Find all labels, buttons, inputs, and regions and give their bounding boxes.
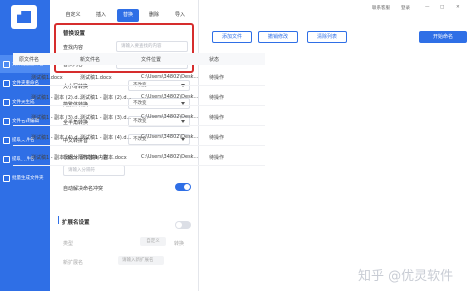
- auto-conflict-toggle[interactable]: [175, 183, 191, 191]
- folder-icon: [20, 93, 27, 100]
- find-input[interactable]: 请输入要查找的内容: [116, 41, 188, 52]
- edit-icon: [3, 117, 10, 125]
- watermark: 知乎 @优灵软件: [358, 269, 454, 284]
- clear-list-button[interactable]: 清除列表: [307, 31, 347, 43]
- folder-icon: [20, 133, 27, 140]
- extract-icon: [3, 155, 10, 163]
- minimize-icon[interactable]: —: [425, 5, 430, 10]
- table-row[interactable]: 测试稿1.docx 测试稿1.docx C:\Users\34802\Desk.…: [13, 67, 265, 86]
- tab-bar: 自定义 插入 替换 删除 导入: [50, 9, 198, 23]
- col-orig-name: 原文件名: [19, 57, 40, 63]
- tab-custom[interactable]: 自定义: [60, 9, 86, 22]
- app-logo: [11, 5, 37, 29]
- table-row[interactable]: 测试稿1 - 副本 (4).d... 测试稿1 - 副本 (4).d... C:…: [13, 127, 265, 146]
- folder-icon: [3, 98, 10, 106]
- ext-type-convert[interactable]: 转换: [174, 240, 184, 247]
- table-row[interactable]: 测试稿1 - 副本.docx 测试稿1 - 副本.docx C:\Users\3…: [13, 147, 265, 166]
- folder-icon: [3, 79, 10, 87]
- col-location: 文件位置: [141, 57, 162, 63]
- col-new-name: 新文件名: [80, 57, 101, 63]
- find-label: 查找内容: [63, 45, 84, 51]
- table-row[interactable]: 测试稿1 - 副本 (2).d... 测试稿1 - 副本 (2).d... C:…: [13, 87, 265, 106]
- support-link[interactable]: 联系客服: [372, 5, 390, 11]
- separator-input[interactable]: 请输入分隔符: [63, 165, 125, 176]
- ext-heading: 扩展名设置: [62, 220, 90, 226]
- folder-icon: [20, 153, 27, 160]
- table-header: 原文件名 新文件名 文件位置 状态: [13, 53, 265, 65]
- login-link[interactable]: 登录: [401, 5, 410, 11]
- undo-button[interactable]: 撤销修改: [258, 31, 298, 43]
- toggle-knob: [176, 222, 182, 228]
- extract-icon: [3, 136, 10, 144]
- ext-type-label: 类型: [63, 241, 74, 247]
- toggle-knob: [184, 184, 190, 190]
- tab-delete[interactable]: 删除: [143, 9, 165, 22]
- table-row[interactable]: 测试稿1 - 副本 (3).d... 测试稿1 - 副本 (3).d... C:…: [13, 107, 265, 126]
- new-ext-label: 新扩展名: [63, 260, 84, 266]
- folder-plus-icon: [3, 174, 10, 182]
- folder-icon: [20, 73, 27, 80]
- ext-type-custom[interactable]: 自定义: [140, 237, 166, 246]
- new-ext-input[interactable]: 请输入新扩展名: [118, 256, 164, 265]
- col-status: 状态: [209, 57, 220, 63]
- replace-heading: 替换设置: [63, 31, 86, 37]
- auto-conflict-label: 自动解决命名冲突: [63, 186, 104, 192]
- sidebar-item-batch-folder[interactable]: 批量生成文件夹: [0, 169, 50, 187]
- section-marker: [58, 216, 59, 224]
- close-icon[interactable]: ✕: [456, 5, 460, 10]
- start-rename-button[interactable]: 开始命名: [419, 31, 467, 43]
- maximize-icon[interactable]: □: [440, 5, 444, 10]
- tab-import[interactable]: 导入: [169, 9, 191, 22]
- folder-icon: [20, 113, 27, 120]
- file-icon: [3, 60, 10, 68]
- tab-insert[interactable]: 插入: [90, 9, 112, 22]
- tab-replace[interactable]: 替换: [117, 9, 139, 22]
- ext-toggle[interactable]: [175, 221, 191, 229]
- add-files-button[interactable]: 添加文件: [212, 31, 252, 43]
